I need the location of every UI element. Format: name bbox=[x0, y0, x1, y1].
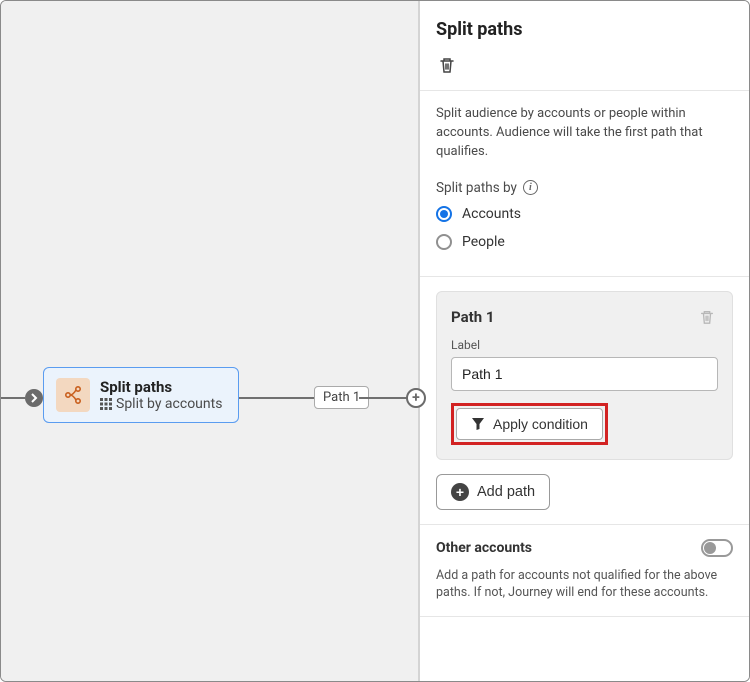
path-card-title: Path 1 bbox=[451, 308, 494, 326]
apply-condition-label: Apply condition bbox=[493, 416, 588, 432]
plus-circle-icon: + bbox=[451, 483, 469, 501]
collapse-chevron-icon[interactable] bbox=[25, 389, 43, 407]
connector-line bbox=[1, 397, 25, 399]
add-path-label: Add path bbox=[477, 484, 535, 500]
other-accounts-description: Add a path for accounts not qualified fo… bbox=[436, 567, 733, 602]
panel-title: Split paths bbox=[436, 19, 733, 40]
split-paths-node[interactable]: Split paths Split by accounts bbox=[43, 367, 239, 423]
other-accounts-title: Other accounts bbox=[436, 540, 532, 556]
node-title: Split paths bbox=[100, 378, 222, 396]
properties-panel: Split paths Split audience by accounts o… bbox=[419, 1, 749, 681]
path-card: Path 1 Label Apply condition bbox=[436, 291, 733, 460]
accounts-grid-icon bbox=[100, 398, 112, 410]
other-accounts-section: Other accounts Add a path for accounts n… bbox=[420, 525, 749, 617]
other-header: Other accounts bbox=[436, 539, 733, 557]
info-icon[interactable]: i bbox=[523, 180, 538, 195]
node-text: Split paths Split by accounts bbox=[100, 378, 222, 412]
connector-line bbox=[239, 397, 314, 399]
add-path-button[interactable]: + Add path bbox=[436, 474, 550, 510]
panel-header: Split paths bbox=[420, 1, 749, 91]
delete-path-button[interactable] bbox=[696, 306, 718, 328]
trash-icon bbox=[438, 56, 456, 74]
app-frame: Split paths Split by accounts bbox=[0, 0, 750, 682]
node-subtitle: Split by accounts bbox=[100, 396, 222, 412]
node-subtitle-text: Split by accounts bbox=[116, 396, 222, 412]
canvas-inner: Split paths Split by accounts bbox=[1, 1, 418, 681]
radio-accounts[interactable]: Accounts bbox=[436, 206, 733, 222]
paths-section: Path 1 Label Apply condition bbox=[420, 277, 749, 525]
delete-node-button[interactable] bbox=[436, 54, 458, 76]
split-by-label: Split paths by i bbox=[436, 180, 733, 196]
split-description: Split audience by accounts or people wit… bbox=[436, 105, 733, 162]
apply-condition-button[interactable]: Apply condition bbox=[456, 408, 603, 440]
split-icon bbox=[56, 378, 90, 412]
radio-label: People bbox=[462, 234, 505, 250]
trash-icon bbox=[699, 309, 715, 325]
path-card-header: Path 1 bbox=[451, 306, 718, 328]
path-label-input[interactable] bbox=[451, 357, 718, 391]
label-field-label: Label bbox=[451, 338, 718, 352]
radio-unselected-icon bbox=[436, 234, 452, 250]
filter-icon bbox=[471, 417, 485, 431]
journey-canvas[interactable]: Split paths Split by accounts bbox=[1, 1, 419, 681]
radio-label: Accounts bbox=[462, 206, 521, 222]
radio-people[interactable]: People bbox=[436, 234, 733, 250]
radio-selected-icon bbox=[436, 206, 452, 222]
add-node-button[interactable]: + bbox=[406, 388, 426, 408]
highlight-annotation: Apply condition bbox=[451, 403, 608, 445]
split-config-section: Split audience by accounts or people wit… bbox=[420, 91, 749, 277]
other-accounts-toggle[interactable] bbox=[701, 539, 733, 557]
